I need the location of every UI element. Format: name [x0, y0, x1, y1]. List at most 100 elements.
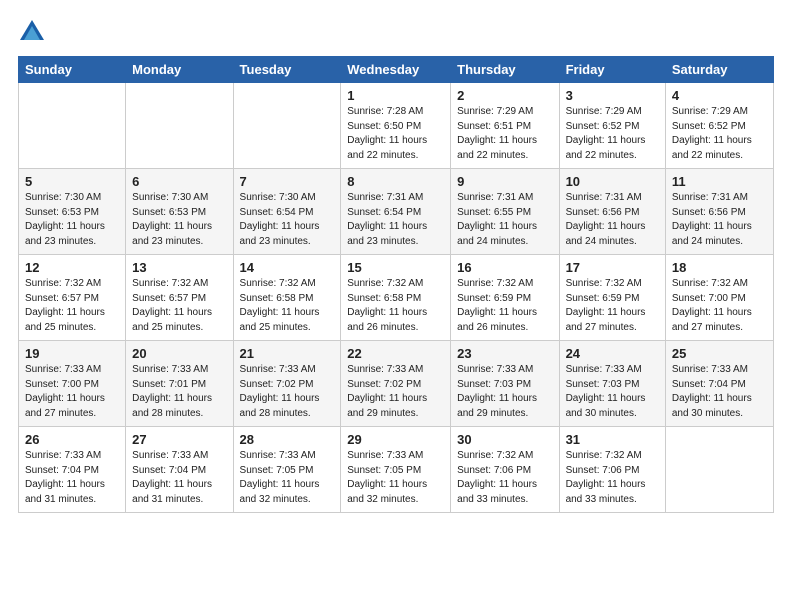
day-info: Sunrise: 7:33 AM Sunset: 7:05 PM Dayligh…: [347, 449, 444, 507]
day-number: 28: [240, 432, 335, 447]
day-number: 6: [132, 174, 226, 189]
day-info: Sunrise: 7:32 AM Sunset: 7:00 PM Dayligh…: [672, 277, 767, 335]
day-number: 3: [566, 88, 659, 103]
calendar-cell: 22Sunrise: 7:33 AM Sunset: 7:02 PM Dayli…: [341, 341, 451, 427]
calendar-cell: 19Sunrise: 7:33 AM Sunset: 7:00 PM Dayli…: [19, 341, 126, 427]
calendar-cell: 31 Sunrise: 7:32 AM Sunset: 7:06 PM Dayli…: [559, 427, 665, 513]
day-info: Sunrise: 7:32 AM Sunset: 6:57 PM Dayligh…: [132, 277, 226, 335]
calendar-cell: 26 Sunrise: 7:33 AM Sunset: 7:04 PM Dayli…: [19, 427, 126, 513]
calendar-header-tuesday: Tuesday: [233, 57, 341, 83]
calendar-header-saturday: Saturday: [665, 57, 773, 83]
calendar-week-1: 1 Sunrise: 7:28 AM Sunset: 6:50 PM Daylig…: [19, 83, 774, 169]
day-number: 31: [566, 432, 659, 447]
day-info: Sunrise: 7:29 AM Sunset: 6:52 PM Dayligh…: [566, 105, 659, 163]
day-number: 23: [457, 346, 552, 361]
calendar-cell: 27 Sunrise: 7:33 AM Sunset: 7:04 PM Dayli…: [126, 427, 233, 513]
calendar-cell: 11 Sunrise: 7:31 AM Sunset: 6:56 PM Dayli…: [665, 169, 773, 255]
day-number: 30: [457, 432, 552, 447]
day-info: Sunrise: 7:33 AM Sunset: 7:04 PM Dayligh…: [672, 363, 767, 421]
day-number: 24: [566, 346, 659, 361]
day-info: Sunrise: 7:31 AM Sunset: 6:56 PM Dayligh…: [672, 191, 767, 249]
day-info: Sunrise: 7:32 AM Sunset: 7:06 PM Dayligh…: [457, 449, 552, 507]
day-number: 7: [240, 174, 335, 189]
day-info: Sunrise: 7:33 AM Sunset: 7:04 PM Dayligh…: [132, 449, 226, 507]
calendar-cell: 7 Sunrise: 7:30 AM Sunset: 6:54 PM Daylig…: [233, 169, 341, 255]
calendar-cell: 15 Sunrise: 7:32 AM Sunset: 6:58 PM Dayli…: [341, 255, 451, 341]
day-number: 13: [132, 260, 226, 275]
day-number: 26: [25, 432, 119, 447]
day-number: 22: [347, 346, 444, 361]
day-info: Sunrise: 7:30 AM Sunset: 6:53 PM Dayligh…: [132, 191, 226, 249]
day-info: Sunrise: 7:29 AM Sunset: 6:52 PM Dayligh…: [672, 105, 767, 163]
calendar-week-5: 26 Sunrise: 7:33 AM Sunset: 7:04 PM Dayli…: [19, 427, 774, 513]
calendar-cell: 18 Sunrise: 7:32 AM Sunset: 7:00 PM Dayli…: [665, 255, 773, 341]
day-info: Sunrise: 7:33 AM Sunset: 7:01 PM Dayligh…: [132, 363, 226, 421]
day-info: Sunrise: 7:30 AM Sunset: 6:53 PM Dayligh…: [25, 191, 119, 249]
day-number: 17: [566, 260, 659, 275]
calendar-cell: [126, 83, 233, 169]
calendar-cell: [665, 427, 773, 513]
day-number: 9: [457, 174, 552, 189]
calendar-cell: 2 Sunrise: 7:29 AM Sunset: 6:51 PM Daylig…: [451, 83, 559, 169]
day-info: Sunrise: 7:33 AM Sunset: 7:05 PM Dayligh…: [240, 449, 335, 507]
calendar-cell: 24 Sunrise: 7:33 AM Sunset: 7:03 PM Dayli…: [559, 341, 665, 427]
day-number: 25: [672, 346, 767, 361]
day-info: Sunrise: 7:32 AM Sunset: 6:58 PM Dayligh…: [347, 277, 444, 335]
calendar-table: SundayMondayTuesdayWednesdayThursdayFrid…: [18, 56, 774, 513]
calendar-week-4: 19Sunrise: 7:33 AM Sunset: 7:00 PM Dayli…: [19, 341, 774, 427]
day-number: 15: [347, 260, 444, 275]
day-number: 27: [132, 432, 226, 447]
calendar-cell: 25 Sunrise: 7:33 AM Sunset: 7:04 PM Dayli…: [665, 341, 773, 427]
day-number: 16: [457, 260, 552, 275]
calendar-week-3: 12 Sunrise: 7:32 AM Sunset: 6:57 PM Dayli…: [19, 255, 774, 341]
calendar-cell: 30 Sunrise: 7:32 AM Sunset: 7:06 PM Dayli…: [451, 427, 559, 513]
calendar-cell: 1 Sunrise: 7:28 AM Sunset: 6:50 PM Daylig…: [341, 83, 451, 169]
day-info: Sunrise: 7:32 AM Sunset: 6:59 PM Dayligh…: [566, 277, 659, 335]
calendar-cell: 6 Sunrise: 7:30 AM Sunset: 6:53 PM Daylig…: [126, 169, 233, 255]
calendar-cell: 12 Sunrise: 7:32 AM Sunset: 6:57 PM Dayli…: [19, 255, 126, 341]
calendar-cell: 23Sunrise: 7:33 AM Sunset: 7:03 PM Dayli…: [451, 341, 559, 427]
logo-icon: [18, 18, 46, 46]
day-info: Sunrise: 7:31 AM Sunset: 6:56 PM Dayligh…: [566, 191, 659, 249]
calendar-header-wednesday: Wednesday: [341, 57, 451, 83]
calendar-cell: 17 Sunrise: 7:32 AM Sunset: 6:59 PM Dayli…: [559, 255, 665, 341]
header: [18, 18, 774, 46]
calendar-header-monday: Monday: [126, 57, 233, 83]
calendar-header-thursday: Thursday: [451, 57, 559, 83]
day-number: 11: [672, 174, 767, 189]
calendar-header-row: SundayMondayTuesdayWednesdayThursdayFrid…: [19, 57, 774, 83]
day-number: 2: [457, 88, 552, 103]
day-info: Sunrise: 7:30 AM Sunset: 6:54 PM Dayligh…: [240, 191, 335, 249]
calendar-cell: 5 Sunrise: 7:30 AM Sunset: 6:53 PM Daylig…: [19, 169, 126, 255]
day-info: Sunrise: 7:29 AM Sunset: 6:51 PM Dayligh…: [457, 105, 552, 163]
calendar-cell: 3 Sunrise: 7:29 AM Sunset: 6:52 PM Daylig…: [559, 83, 665, 169]
day-info: Sunrise: 7:32 AM Sunset: 7:06 PM Dayligh…: [566, 449, 659, 507]
day-number: 1: [347, 88, 444, 103]
calendar-cell: 21 Sunrise: 7:33 AM Sunset: 7:02 PM Dayli…: [233, 341, 341, 427]
day-info: Sunrise: 7:32 AM Sunset: 6:59 PM Dayligh…: [457, 277, 552, 335]
day-number: 10: [566, 174, 659, 189]
calendar-cell: 9 Sunrise: 7:31 AM Sunset: 6:55 PM Daylig…: [451, 169, 559, 255]
calendar-cell: 28 Sunrise: 7:33 AM Sunset: 7:05 PM Dayli…: [233, 427, 341, 513]
calendar-cell: [233, 83, 341, 169]
day-number: 5: [25, 174, 119, 189]
day-info: Sunrise: 7:33 AM Sunset: 7:02 PM Dayligh…: [240, 363, 335, 421]
day-info: Sunrise: 7:33 AM Sunset: 7:04 PM Dayligh…: [25, 449, 119, 507]
day-number: 21: [240, 346, 335, 361]
calendar-cell: 20 Sunrise: 7:33 AM Sunset: 7:01 PM Dayli…: [126, 341, 233, 427]
calendar-cell: 13 Sunrise: 7:32 AM Sunset: 6:57 PM Dayli…: [126, 255, 233, 341]
day-number: 4: [672, 88, 767, 103]
day-number: 20: [132, 346, 226, 361]
day-info: Sunrise: 7:32 AM Sunset: 6:57 PM Dayligh…: [25, 277, 119, 335]
calendar-cell: [19, 83, 126, 169]
logo: [18, 18, 50, 46]
day-info: Sunrise: 7:31 AM Sunset: 6:55 PM Dayligh…: [457, 191, 552, 249]
calendar-cell: 4 Sunrise: 7:29 AM Sunset: 6:52 PM Daylig…: [665, 83, 773, 169]
calendar-cell: 8Sunrise: 7:31 AM Sunset: 6:54 PM Daylig…: [341, 169, 451, 255]
day-info: Sunrise: 7:33 AM Sunset: 7:03 PM Dayligh…: [566, 363, 659, 421]
day-number: 18: [672, 260, 767, 275]
calendar-header-friday: Friday: [559, 57, 665, 83]
calendar-week-2: 5 Sunrise: 7:30 AM Sunset: 6:53 PM Daylig…: [19, 169, 774, 255]
day-number: 12: [25, 260, 119, 275]
day-info: Sunrise: 7:28 AM Sunset: 6:50 PM Dayligh…: [347, 105, 444, 163]
